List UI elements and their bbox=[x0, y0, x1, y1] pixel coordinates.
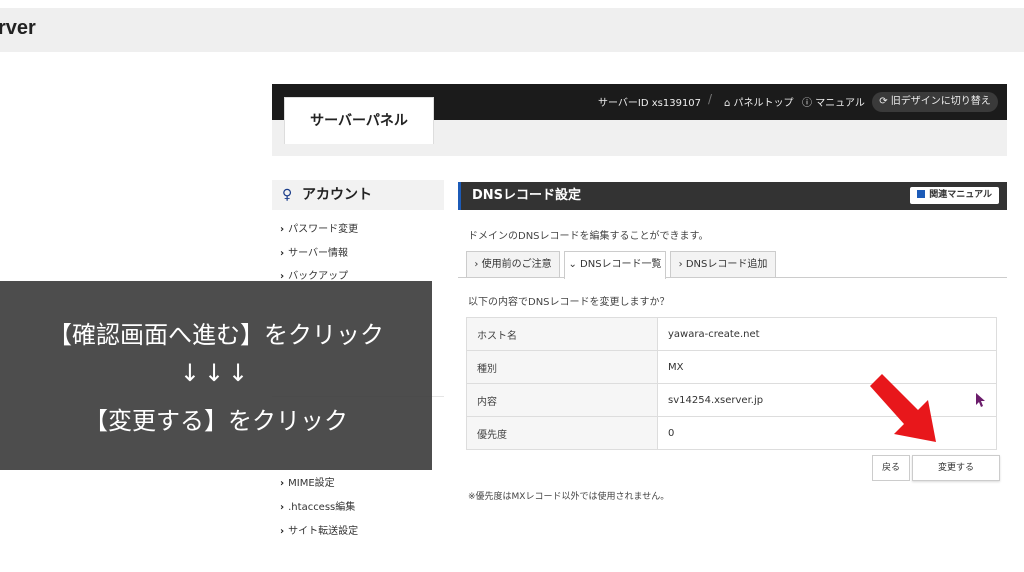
refresh-icon: ⟳ bbox=[879, 96, 888, 107]
home-icon: ⌂ bbox=[724, 98, 731, 109]
instruction-line-2: 【変更する】をクリック bbox=[84, 407, 348, 435]
page-description: ドメインのDNSレコードを編集することができます。 bbox=[468, 231, 709, 242]
page-title-bar: DNSレコード設定 関連マニュアル bbox=[458, 182, 1007, 210]
red-arrow-icon bbox=[870, 374, 936, 442]
dns-tabs: › 使用前のご注意 ⌄ DNSレコード一覧 › DNSレコード追加 bbox=[458, 251, 1007, 279]
mouse-cursor-icon bbox=[976, 393, 985, 407]
priority-note: ※優先度はMXレコード以外では使用されません。 bbox=[468, 492, 670, 502]
sidebar-item-password[interactable]: › パスワード変更 bbox=[280, 220, 358, 235]
related-manual-button[interactable]: 関連マニュアル bbox=[910, 187, 999, 204]
chevron-right-icon: › bbox=[678, 259, 686, 270]
instruction-line-1: 【確認画面へ進む】をクリック bbox=[48, 321, 384, 349]
tab-dns-record-add[interactable]: › DNSレコード追加 bbox=[670, 251, 776, 277]
row-key: 内容 bbox=[466, 383, 658, 417]
row-key: 優先度 bbox=[466, 416, 658, 450]
chevron-right-icon: › bbox=[474, 259, 482, 270]
brand-logo-text: rver bbox=[0, 17, 36, 39]
chevron-right-icon: › bbox=[280, 224, 285, 235]
row-value: yawara-create.net bbox=[657, 317, 997, 351]
row-key: 種別 bbox=[466, 350, 658, 384]
confirm-message: 以下の内容でDNSレコードを変更しますか？ bbox=[468, 297, 670, 308]
table-row: ホスト名 yawara-create.net bbox=[466, 317, 997, 351]
panel-top-link[interactable]: ⌂ パネルトップ bbox=[724, 94, 794, 109]
top-bar: rver bbox=[0, 8, 1024, 52]
page-title: DNSレコード設定 bbox=[472, 188, 582, 203]
chevron-right-icon: › bbox=[280, 248, 285, 259]
manual-link[interactable]: ⓘ マニュアル bbox=[802, 94, 865, 109]
server-id: サーバーID xs139107 bbox=[598, 98, 702, 109]
sidebar-item-htaccess[interactable]: › .htaccess編集 bbox=[280, 498, 355, 513]
chevron-right-icon: › bbox=[280, 478, 285, 489]
server-panel-tab[interactable]: サーバーパネル bbox=[284, 97, 434, 144]
sidebar-item-mime[interactable]: › MIME設定 bbox=[280, 474, 335, 489]
instruction-overlay: 【確認画面へ進む】をクリック ↓↓↓ 【変更する】をクリック bbox=[0, 281, 432, 470]
chevron-down-icon: ⌄ bbox=[568, 259, 581, 270]
change-button[interactable]: 変更する bbox=[912, 455, 1000, 481]
user-icon: ♀ bbox=[282, 187, 293, 203]
sidebar-item-backup[interactable]: › バックアップ bbox=[280, 267, 348, 282]
tab-dns-record-list[interactable]: ⌄ DNSレコード一覧 bbox=[564, 251, 666, 279]
sidebar-item-server-info[interactable]: › サーバー情報 bbox=[280, 244, 348, 259]
old-design-button[interactable]: ⟳ 旧デザインに切り替え bbox=[872, 92, 998, 112]
title-accent bbox=[458, 182, 461, 210]
back-button[interactable]: 戻る bbox=[872, 455, 910, 481]
sidebar-item-site-transfer[interactable]: › サイト転送設定 bbox=[280, 522, 358, 537]
header-separator: / bbox=[708, 92, 713, 106]
row-key: ホスト名 bbox=[466, 317, 658, 351]
tab-precautions[interactable]: › 使用前のご注意 bbox=[466, 251, 560, 277]
sidebar-title: ♀ アカウント bbox=[272, 180, 444, 210]
help-icon: ⓘ bbox=[802, 98, 812, 109]
book-icon bbox=[917, 190, 926, 198]
chevron-right-icon: › bbox=[280, 502, 285, 513]
instruction-arrows: ↓↓↓ bbox=[179, 359, 253, 387]
chevron-right-icon: › bbox=[280, 526, 285, 537]
